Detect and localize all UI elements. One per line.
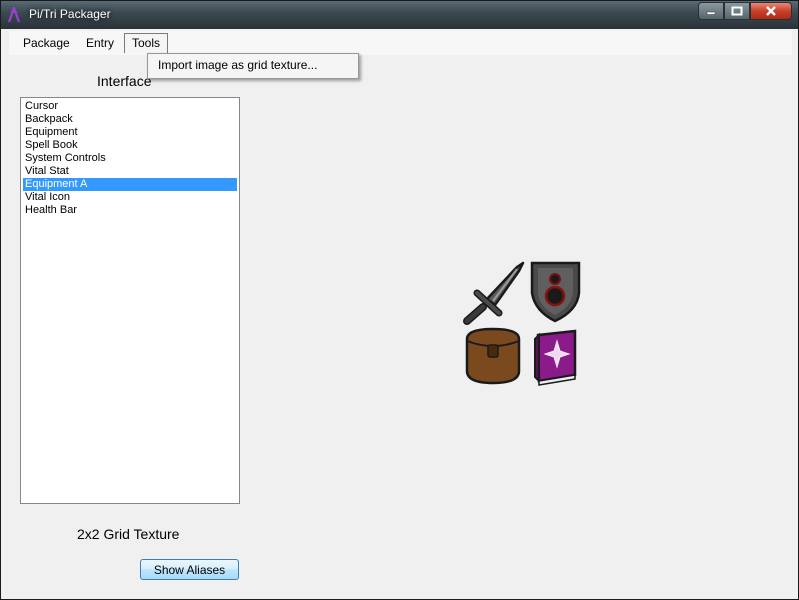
list-heading: Interface — [97, 73, 152, 89]
list-item[interactable]: Health Bar — [23, 204, 237, 217]
tools-dropdown: Import image as grid texture... — [147, 53, 359, 79]
list-item[interactable]: Spell Book — [23, 139, 237, 152]
list-item[interactable]: Vital Icon — [23, 191, 237, 204]
close-button[interactable] — [750, 2, 792, 20]
minimize-icon — [706, 11, 716, 15]
list-item[interactable]: Backpack — [23, 113, 237, 126]
menu-tools[interactable]: Tools — [124, 33, 169, 53]
menu-import-grid-texture[interactable]: Import image as grid texture... — [158, 58, 317, 72]
show-aliases-button[interactable]: Show Aliases — [140, 559, 239, 580]
maximize-button[interactable] — [724, 2, 750, 20]
sword-icon — [463, 261, 525, 325]
list-item-selected[interactable]: Equipment A — [23, 178, 237, 191]
entry-listbox[interactable]: Cursor Backpack Equipment Spell Book Sys… — [20, 97, 240, 504]
list-item[interactable]: Equipment — [23, 126, 237, 139]
minimize-button[interactable] — [698, 2, 724, 20]
app-window: Pi/Tri Packager Package Entry Tools Impo… — [0, 0, 799, 600]
spell-book-icon — [534, 329, 577, 386]
shield-icon — [530, 261, 581, 323]
close-icon — [766, 6, 776, 16]
backpack-icon — [465, 327, 521, 385]
menu-entry[interactable]: Entry — [79, 33, 121, 53]
maximize-icon — [731, 6, 743, 16]
list-item[interactable]: System Controls — [23, 152, 237, 165]
texture-preview — [463, 261, 581, 386]
menu-package[interactable]: Package — [16, 33, 77, 53]
window-controls — [698, 2, 792, 20]
list-item[interactable]: Cursor — [23, 100, 237, 113]
window-title: Pi/Tri Packager — [29, 7, 111, 21]
app-icon — [7, 7, 21, 23]
list-item[interactable]: Vital Stat — [23, 165, 237, 178]
texture-type-label: 2x2 Grid Texture — [77, 526, 180, 542]
menu-bar: Package Entry Tools — [9, 31, 792, 55]
title-bar[interactable]: Pi/Tri Packager — [1, 1, 798, 29]
